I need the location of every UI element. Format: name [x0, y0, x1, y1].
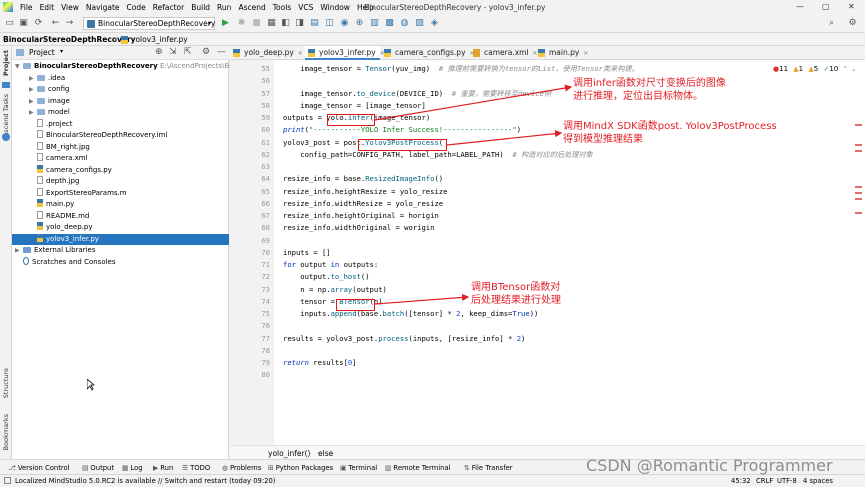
status-icon — [4, 477, 11, 484]
tool-python-packages[interactable]: ⊞ Python Packages — [268, 464, 333, 472]
tool-window-icon: ▦ — [122, 464, 129, 472]
tool-log[interactable]: ▦ Log — [122, 464, 143, 472]
indent-setting[interactable]: 4 spaces — [803, 477, 833, 485]
tool-terminal[interactable]: ▣ Terminal — [340, 464, 377, 472]
watermark: CSDN @Romantic Programmer — [586, 456, 833, 475]
annotation-btensor-line1: 调用BTensor函数对 — [471, 282, 561, 293]
tool-window-icon: ▥ — [385, 464, 392, 472]
tool-version-control[interactable]: ⎇ Version Control — [8, 464, 70, 472]
tool-window-label: TODO — [190, 464, 211, 472]
status-bar: Localized MindStudio 5.0.RC2 is availabl… — [0, 474, 865, 487]
status-message[interactable]: Localized MindStudio 5.0.RC2 is availabl… — [15, 477, 275, 485]
tool-window-label: Log — [130, 464, 143, 472]
tool-window-icon: ▶ — [153, 464, 159, 472]
tool-window-icon: ▤ — [82, 464, 89, 472]
tool-file-transfer[interactable]: ⇅ File Transfer — [464, 464, 513, 472]
tool-window-label: Output — [90, 464, 115, 472]
tool-run[interactable]: ▶ Run — [153, 464, 173, 472]
tool-remote-terminal[interactable]: ▥ Remote Terminal — [385, 464, 451, 472]
annotation-btensor-line2: 后处理结果进行处理 — [471, 295, 561, 306]
tool-output[interactable]: ▤ Output — [82, 464, 114, 472]
annotation-post-line2: 得到模型推理结果 — [563, 134, 643, 145]
tool-window-label: Problems — [229, 464, 262, 472]
tool-window-icon: ⊞ — [268, 464, 274, 472]
tool-problems[interactable]: ◍ Problems — [222, 464, 261, 472]
tool-window-label: Terminal — [348, 464, 378, 472]
tool-window-label: Python Packages — [275, 464, 334, 472]
annotation-infer-line1: 调用infer函数对尺寸变换后的图像 — [573, 78, 726, 89]
annotation-infer-line2: 进行推理，定位出目标物体。 — [573, 91, 703, 102]
line-separator[interactable]: CRLF — [756, 477, 773, 485]
tool-todo[interactable]: ☰ TODO — [182, 464, 210, 472]
tool-window-icon: ⎇ — [8, 464, 16, 472]
file-encoding[interactable]: UTF-8 — [777, 477, 797, 485]
mouse-cursor-icon — [87, 379, 95, 391]
tool-window-icon: ☰ — [182, 464, 189, 472]
tool-window-label: File Transfer — [471, 464, 513, 472]
annotation-arrows — [374, 84, 573, 305]
tool-window-icon: ⇅ — [464, 464, 470, 472]
tool-window-icon: ◍ — [222, 464, 228, 472]
caret-position[interactable]: 45:32 — [731, 477, 751, 485]
tool-window-label: Remote Terminal — [393, 464, 451, 472]
tool-window-icon: ▣ — [340, 464, 347, 472]
annotation-post-line1: 调用MindX SDK函数post. Yolov3PostProcess — [563, 121, 777, 132]
tool-window-label: Version Control — [17, 464, 70, 472]
tool-window-label: Run — [160, 464, 174, 472]
